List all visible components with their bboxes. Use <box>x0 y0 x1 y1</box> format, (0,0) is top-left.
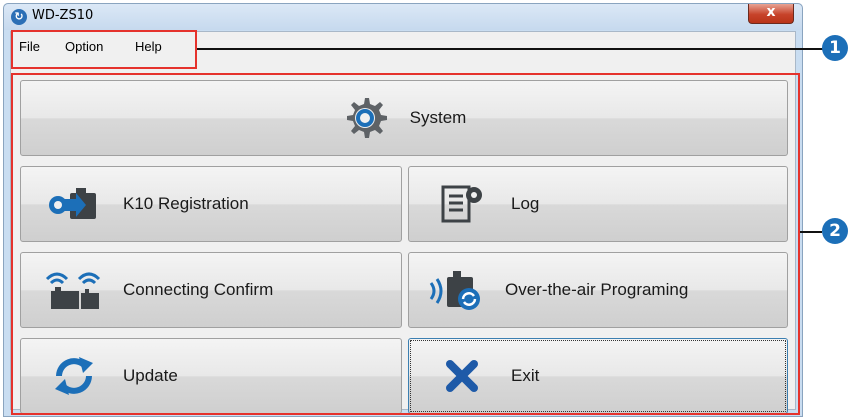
window-title: WD-ZS10 <box>32 8 94 23</box>
callout-badge-1: 1 <box>822 35 848 61</box>
close-window-button[interactable]: x <box>748 4 794 24</box>
callout-line-1 <box>197 48 823 50</box>
app-icon: ↻ <box>11 9 27 25</box>
title-bar: ↻ WD-ZS10 x <box>4 4 802 30</box>
menu-highlight-box <box>11 30 197 69</box>
callout-line-2 <box>800 231 822 233</box>
callout-badge-2: 2 <box>822 218 848 244</box>
buttons-highlight-box <box>11 73 800 415</box>
